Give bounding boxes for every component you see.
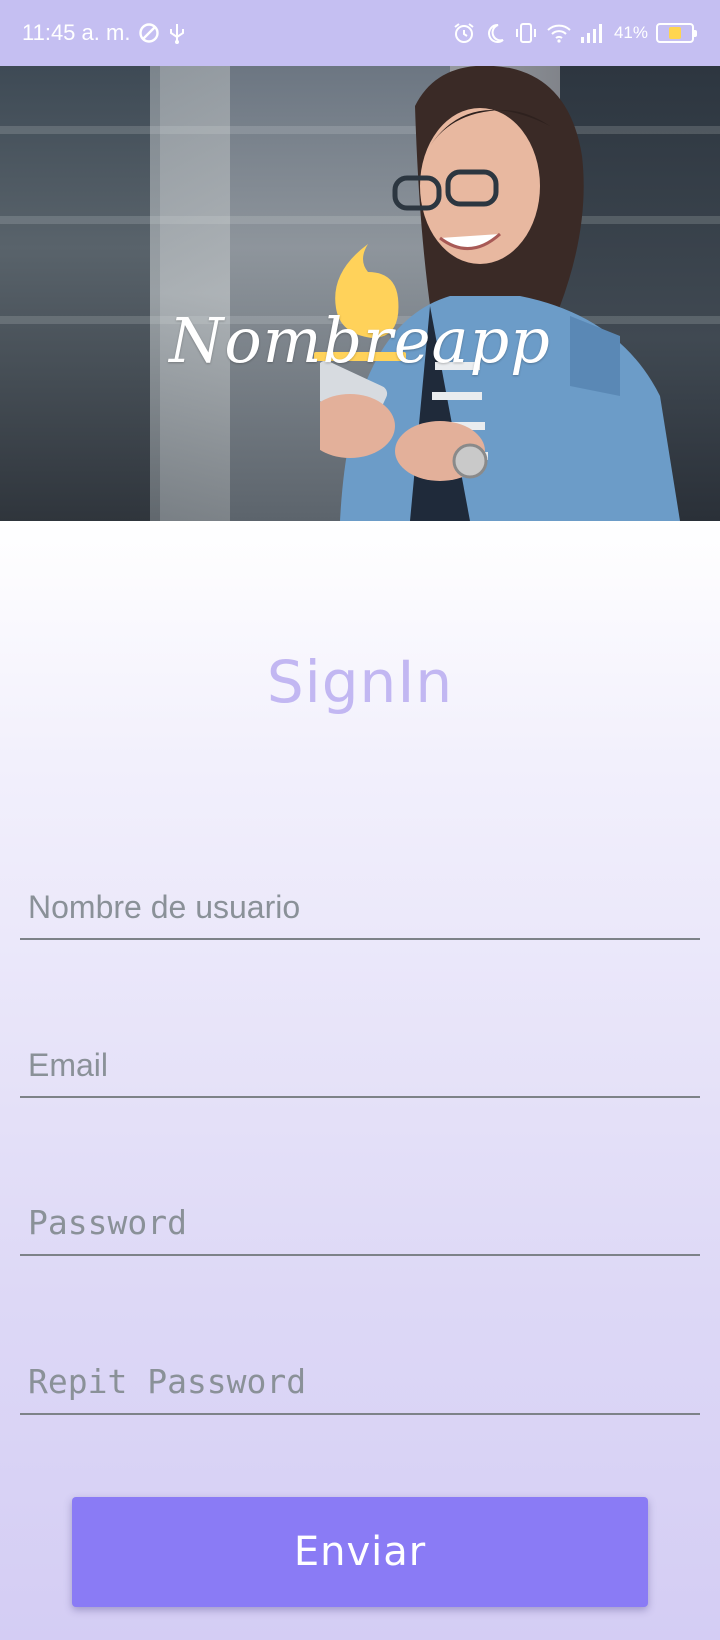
password-input[interactable] — [20, 1203, 700, 1254]
battery-percent: 41% — [613, 23, 648, 42]
vibrate-icon — [514, 21, 538, 45]
status-right: 41% — [452, 21, 697, 45]
submit-button[interactable]: Enviar — [72, 1497, 648, 1607]
status-left: 11:45 a. m. — [22, 20, 186, 46]
do-not-disturb-icon — [138, 22, 160, 44]
status-time: 11:45 a. m. — [22, 20, 131, 45]
battery-icon — [656, 23, 697, 43]
email-input[interactable] — [20, 1047, 700, 1096]
repeat-password-input[interactable] — [20, 1362, 700, 1413]
alarm-icon — [452, 21, 476, 45]
signal-icon — [580, 22, 606, 44]
page-title: SignIn — [266, 648, 454, 716]
usb-icon — [168, 21, 186, 45]
battery-level — [668, 27, 682, 39]
moon-icon — [484, 22, 506, 44]
wifi-icon — [546, 23, 572, 43]
app-logo: Nombreapp — [0, 66, 720, 521]
email-field — [20, 1038, 700, 1098]
app-name: Nombreapp — [169, 304, 551, 377]
username-field — [20, 880, 700, 940]
repeat-password-field — [20, 1355, 700, 1415]
password-field — [20, 1196, 700, 1256]
username-input[interactable] — [20, 889, 700, 938]
status-bar: 11:45 a. m. 41% — [0, 0, 720, 66]
